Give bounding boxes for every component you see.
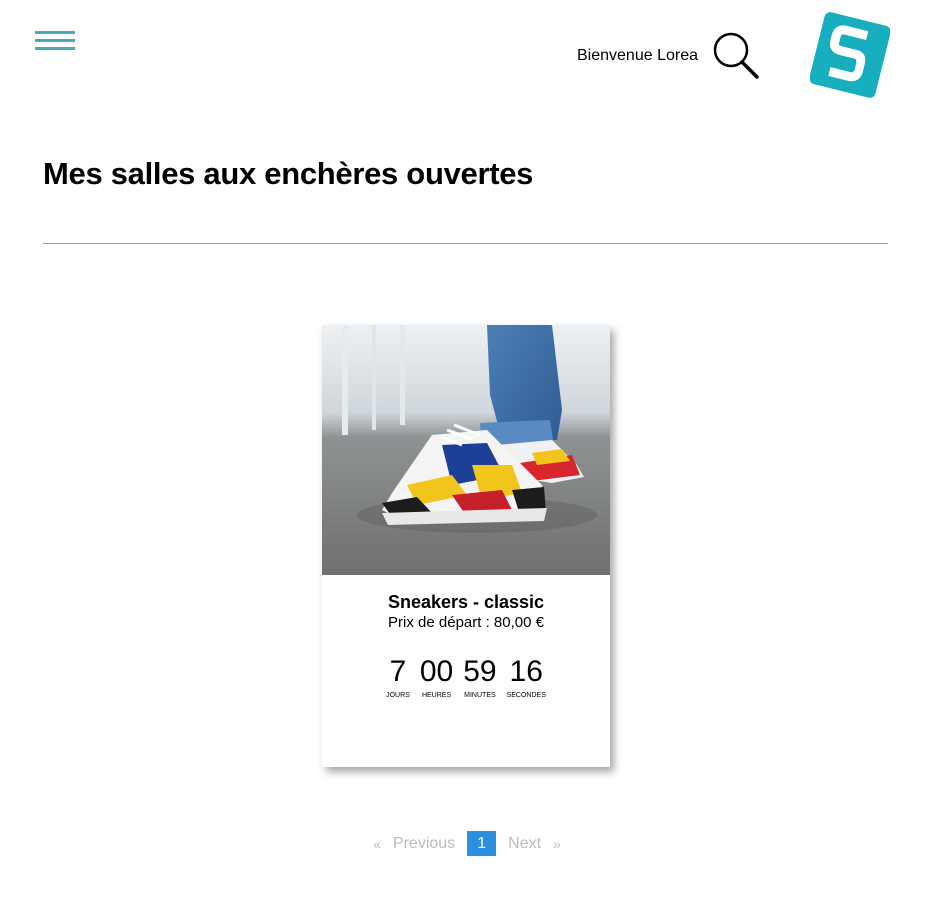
countdown-seconds: 16 SECONDES bbox=[507, 655, 546, 701]
countdown-minutes-label: MINUTES bbox=[464, 692, 496, 699]
pagination: « Previous 1 Next » bbox=[0, 831, 934, 856]
starting-price: Prix de départ : 80,00 € bbox=[388, 614, 544, 631]
page-title: Mes salles aux enchères ouvertes bbox=[43, 156, 534, 191]
divider bbox=[43, 243, 888, 244]
next-page-link[interactable]: Next bbox=[508, 835, 541, 853]
auction-title[interactable]: Sneakers - classic bbox=[322, 592, 610, 613]
welcome-text: Bienvenue Lorea bbox=[577, 47, 698, 64]
site-logo[interactable] bbox=[809, 12, 891, 98]
countdown-minutes: 59 MINUTES bbox=[463, 655, 496, 701]
countdown-days-value: 7 bbox=[389, 655, 407, 688]
previous-arrow-icon[interactable]: « bbox=[373, 836, 381, 852]
hamburger-menu-icon[interactable] bbox=[35, 31, 75, 51]
countdown-timer: 7 JOURS 00 HEURES 59 MINUTES 16 SECONDES bbox=[322, 655, 610, 701]
countdown-days: 7 JOURS bbox=[386, 655, 410, 701]
auction-card[interactable]: Sneakers - classic Prix de départ : 80,0… bbox=[322, 325, 610, 767]
countdown-seconds-label: SECONDES bbox=[506, 692, 546, 699]
countdown-days-label: JOURS bbox=[386, 692, 410, 699]
page-1-button[interactable]: 1 bbox=[467, 831, 497, 856]
countdown-hours-label: HEURES bbox=[421, 692, 452, 699]
countdown-seconds-value: 16 bbox=[509, 655, 543, 688]
previous-page-link[interactable]: Previous bbox=[393, 835, 455, 853]
product-image[interactable] bbox=[322, 325, 610, 575]
next-arrow-icon[interactable]: » bbox=[553, 836, 561, 852]
countdown-hours: 00 HEURES bbox=[420, 655, 453, 701]
search-icon[interactable] bbox=[712, 31, 760, 79]
countdown-minutes-value: 59 bbox=[463, 655, 497, 688]
countdown-hours-value: 00 bbox=[419, 655, 454, 688]
